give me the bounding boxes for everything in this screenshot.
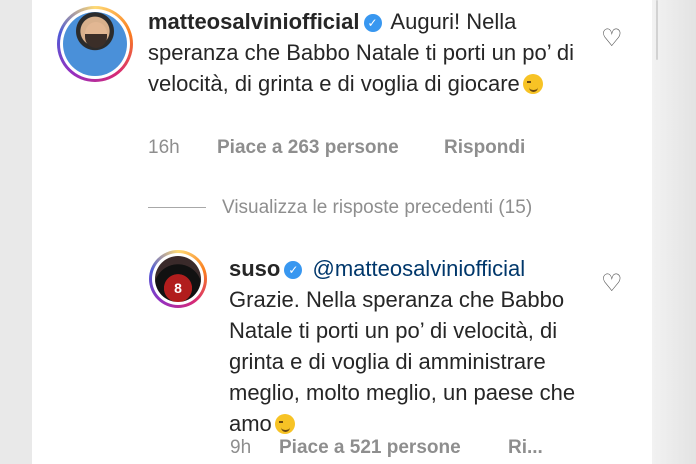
- reply-button[interactable]: Rispondi: [444, 137, 525, 159]
- avatar-suso[interactable]: 8: [149, 250, 207, 308]
- smirking-face-icon: [274, 414, 295, 434]
- verified-badge-icon: ✓: [284, 261, 303, 279]
- winking-face-icon: [522, 74, 543, 94]
- view-previous-label[interactable]: Visualizza le risposte precedenti (15): [222, 197, 532, 219]
- mention-link[interactable]: @matteosalviniofficial: [312, 256, 525, 281]
- verified-badge-icon: ✓: [363, 14, 382, 32]
- heart-outline-icon[interactable]: ♡: [601, 27, 623, 51]
- reply-username[interactable]: suso: [229, 256, 280, 281]
- comment-time: 16h: [148, 137, 180, 158]
- side-panel-edge: [652, 0, 696, 464]
- reply-button[interactable]: Ri...: [508, 437, 543, 459]
- comment-text: matteosalviniofficial ✓ Auguri! Nella spe…: [148, 6, 598, 99]
- reply-likes-link[interactable]: Piace a 521 persone: [279, 437, 461, 459]
- comment-likes-link[interactable]: Piace a 263 persone: [217, 137, 399, 159]
- scrollbar[interactable]: [656, 0, 658, 60]
- comment-username[interactable]: matteosalviniofficial: [148, 9, 360, 34]
- heart-outline-icon[interactable]: ♡: [601, 272, 623, 296]
- avatar-matteosalviniofficial[interactable]: [57, 6, 133, 82]
- reply-text: suso ✓ @matteosalviniofficial Grazie. Nel…: [229, 253, 589, 439]
- divider-line: [148, 207, 206, 208]
- reply-time: 9h: [230, 437, 252, 458]
